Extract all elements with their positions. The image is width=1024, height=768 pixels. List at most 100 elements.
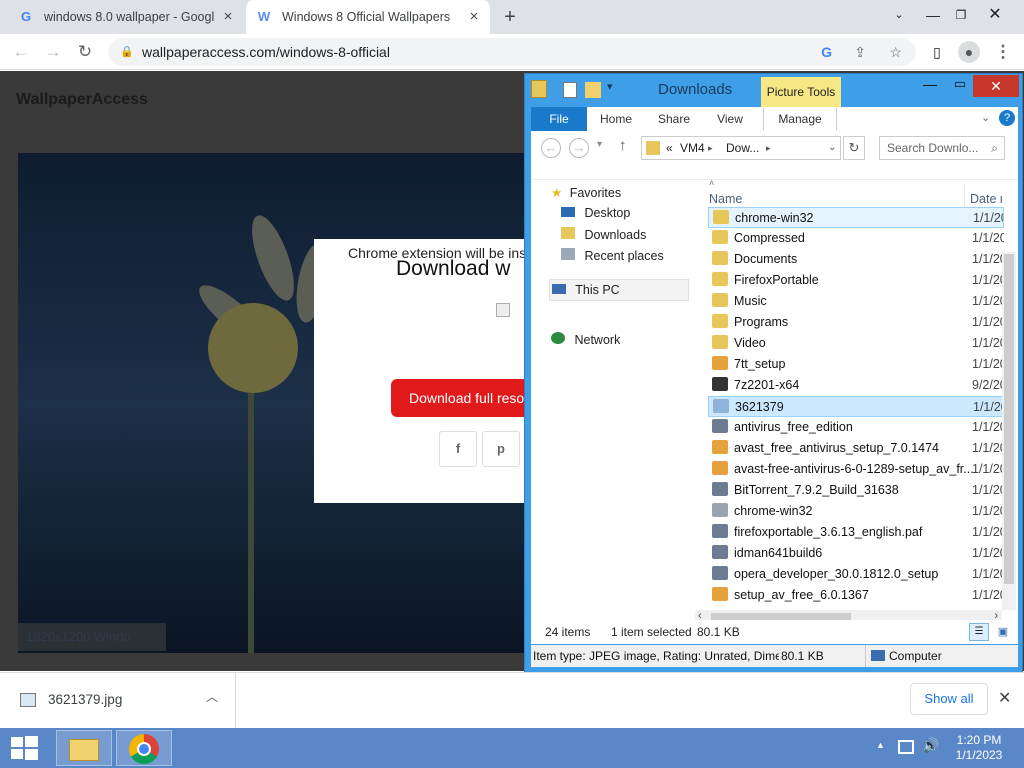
show-all-button[interactable]: Show all bbox=[910, 683, 988, 715]
file-row[interactable]: Video 1/1/20 bbox=[708, 333, 1004, 354]
file-row[interactable]: BitTorrent_7.9.2_Build_31638 1/1/20 bbox=[708, 480, 1004, 501]
side-panel-icon[interactable]: ▯ bbox=[924, 39, 950, 65]
address-bar[interactable]: « VM4 ▸ Dow... ▸ ⌄ bbox=[641, 136, 841, 160]
back-icon[interactable]: ← bbox=[8, 39, 34, 65]
google-lens-icon[interactable]: G bbox=[821, 38, 832, 66]
window-title: Downloads bbox=[658, 81, 733, 98]
taskbar-chrome[interactable] bbox=[116, 730, 172, 766]
tab-search-icon[interactable]: ⌄ bbox=[882, 0, 916, 30]
download-full-resolution-button[interactable]: Download full reso bbox=[391, 379, 541, 417]
close-download-shelf-icon[interactable]: ✕ bbox=[998, 688, 1011, 708]
file-row[interactable]: chrome-win32 1/1/20 bbox=[708, 207, 1004, 228]
file-row[interactable]: 7tt_setup 1/1/20 bbox=[708, 354, 1004, 375]
file-row[interactable]: 3621379 1/1/20 bbox=[708, 396, 1004, 417]
file-row[interactable]: avast_free_antivirus_setup_7.0.1474 1/1/2… bbox=[708, 438, 1004, 459]
file-row[interactable]: firefoxportable_3.6.13_english.paf 1/1/20 bbox=[708, 522, 1004, 543]
tab-google-search[interactable]: G windows 8.0 wallpaper - Google × bbox=[8, 0, 244, 34]
file-row[interactable]: Compressed 1/1/20 bbox=[708, 228, 1004, 249]
site-logo[interactable]: WallpaperAccess bbox=[16, 91, 148, 109]
address-bar[interactable]: 🔒 wallpaperaccess.com/windows-8-official… bbox=[108, 38, 916, 66]
app-icon bbox=[712, 419, 728, 433]
recent-locations-icon[interactable]: ▾ bbox=[597, 139, 602, 150]
close-window-icon[interactable]: ✕ bbox=[973, 75, 1019, 97]
app-icon bbox=[712, 524, 728, 538]
file-row[interactable]: FirefoxPortable 1/1/20 bbox=[708, 270, 1004, 291]
nav-network[interactable]: Network bbox=[551, 332, 620, 347]
maximize-icon[interactable]: ▭ bbox=[945, 76, 975, 96]
menu-dots-icon[interactable]: ⋮ bbox=[990, 39, 1016, 65]
address-dropdown-icon[interactable]: ⌄ bbox=[828, 137, 836, 159]
forward-icon[interactable]: → bbox=[569, 138, 589, 158]
setup-icon bbox=[712, 461, 728, 475]
new-folder-icon[interactable] bbox=[585, 82, 601, 98]
nav-desktop[interactable]: Desktop bbox=[561, 206, 630, 220]
close-tab-icon[interactable]: × bbox=[220, 9, 236, 25]
properties-icon[interactable] bbox=[563, 82, 577, 98]
file-name: 7z2201-x64 bbox=[734, 378, 800, 392]
file-row[interactable]: idman641build6 1/1/20 bbox=[708, 543, 1004, 564]
breadcrumb-downloads[interactable]: Dow... bbox=[726, 137, 759, 159]
ribbon-tab-manage[interactable]: Manage bbox=[763, 108, 837, 130]
file-date: 1/1/20 bbox=[972, 294, 1004, 308]
file-row[interactable]: chrome-win32 1/1/20 bbox=[708, 501, 1004, 522]
details-view-icon[interactable]: ☰ bbox=[969, 623, 989, 641]
nav-downloads[interactable]: Downloads bbox=[561, 227, 646, 242]
file-date: 1/1/20 bbox=[972, 504, 1004, 518]
download-item[interactable]: 3621379.jpg ︿ bbox=[0, 673, 236, 728]
file-row[interactable]: Documents 1/1/20 bbox=[708, 249, 1004, 270]
minimize-icon[interactable]: — bbox=[915, 76, 945, 96]
restore-icon[interactable]: ❐ bbox=[944, 0, 978, 30]
show-hidden-icons-icon[interactable]: ▲ bbox=[876, 740, 885, 750]
forward-icon[interactable]: → bbox=[40, 39, 66, 65]
expand-ribbon-icon[interactable]: ⌄ bbox=[981, 111, 990, 124]
address-row: ← → ▾ ↑ « VM4 ▸ Dow... ▸ ⌄ ↻ Search Down… bbox=[531, 131, 1018, 180]
file-row[interactable]: opera_developer_30.0.1812.0_setup 1/1/20 bbox=[708, 564, 1004, 585]
file-name: firefoxportable_3.6.13_english.paf bbox=[734, 525, 923, 539]
ribbon-tab-file[interactable]: File bbox=[531, 107, 587, 131]
new-tab-button[interactable]: + bbox=[498, 5, 522, 29]
ribbon-tab-home[interactable]: Home bbox=[591, 108, 641, 130]
file-explorer-window: ▾ Downloads Picture Tools — ▭ ✕ File Hom… bbox=[524, 73, 1023, 673]
file-row[interactable]: Music 1/1/20 bbox=[708, 291, 1004, 312]
reload-icon[interactable]: ↻ bbox=[72, 39, 98, 65]
file-row[interactable]: setup_av_free_6.0.1367 1/1/20 bbox=[708, 585, 1004, 606]
up-icon[interactable]: ↑ bbox=[619, 137, 627, 154]
nav-favorites[interactable]: ★ Favorites bbox=[551, 185, 621, 200]
nav-this-pc[interactable]: This PC bbox=[549, 279, 689, 301]
back-icon[interactable]: ← bbox=[541, 138, 561, 158]
vertical-scroll-thumb[interactable] bbox=[1004, 254, 1014, 584]
quick-access-dropdown-icon[interactable]: ▾ bbox=[607, 80, 613, 93]
refresh-icon[interactable]: ↻ bbox=[843, 136, 865, 160]
vertical-scrollbar[interactable] bbox=[1002, 252, 1016, 610]
file-row[interactable]: 7z2201-x64 9/2/20 bbox=[708, 375, 1004, 396]
start-button[interactable] bbox=[8, 734, 40, 762]
nav-recent-places[interactable]: Recent places bbox=[561, 248, 664, 263]
volume-icon[interactable]: 🔊 bbox=[922, 737, 939, 754]
close-window-icon[interactable]: ✕ bbox=[978, 0, 1012, 30]
breadcrumb-root[interactable]: « bbox=[666, 137, 673, 159]
ribbon-tab-share[interactable]: Share bbox=[649, 108, 699, 130]
ribbon-tab-view[interactable]: View bbox=[705, 108, 755, 130]
file-name: chrome-win32 bbox=[734, 504, 813, 518]
close-tab-icon[interactable]: × bbox=[466, 9, 482, 25]
share-icon[interactable]: ⇪ bbox=[854, 38, 866, 66]
file-row[interactable]: Programs 1/1/20 bbox=[708, 312, 1004, 333]
file-row[interactable]: antivirus_free_edition 1/1/20 bbox=[708, 417, 1004, 438]
bookmark-star-icon[interactable]: ☆ bbox=[889, 38, 902, 66]
facebook-share-button[interactable]: f bbox=[439, 431, 477, 467]
pinterest-share-button[interactable]: p bbox=[482, 431, 520, 467]
file-name: 3621379 bbox=[735, 400, 784, 414]
broken-image-icon bbox=[496, 303, 510, 317]
profile-avatar[interactable]: ● bbox=[956, 39, 982, 65]
clock[interactable]: 1:20 PM 1/1/2023 bbox=[946, 733, 1012, 763]
search-box[interactable]: Search Downlo... ⌕ bbox=[879, 136, 1005, 160]
taskbar-file-explorer[interactable] bbox=[56, 730, 112, 766]
file-row[interactable]: avast-free-antivirus-6-0-1289-setup_av_f… bbox=[708, 459, 1004, 480]
breadcrumb-vm4[interactable]: VM4 bbox=[680, 137, 705, 159]
file-name: Video bbox=[734, 336, 766, 350]
large-icons-view-icon[interactable]: ▣ bbox=[993, 623, 1013, 641]
help-icon[interactable]: ? bbox=[999, 110, 1015, 126]
tab-wallpaperaccess[interactable]: W Windows 8 Official Wallpapers - × bbox=[246, 0, 490, 34]
download-options-chevron-icon[interactable]: ︿ bbox=[206, 688, 218, 705]
network-status-icon[interactable] bbox=[898, 740, 914, 754]
